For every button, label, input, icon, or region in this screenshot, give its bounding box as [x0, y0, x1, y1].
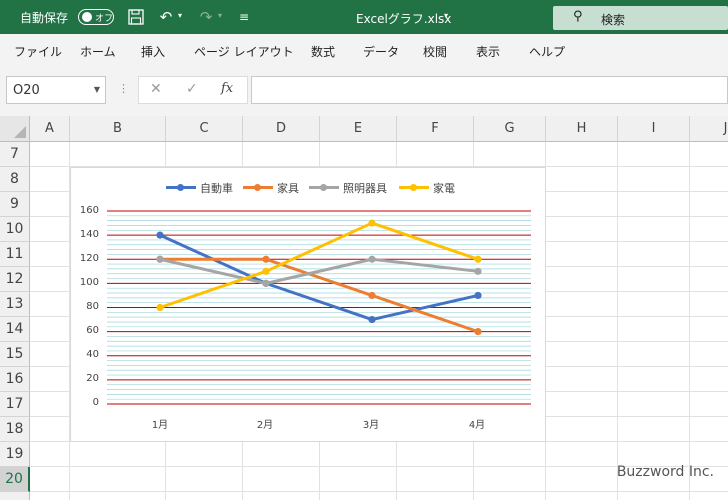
file-name[interactable]: Excelグラフ.xlsx: [356, 10, 451, 27]
excel-window: 自動保存 オフ ↶ ▾ ↷ ▾ ≡ Excelグラフ.xlsx ▾ ⚲ 検索 フ…: [0, 0, 728, 500]
name-box-value: O20: [13, 83, 40, 98]
row-header-12[interactable]: 12: [0, 267, 30, 292]
toggle-state: オフ: [95, 14, 114, 24]
ribbon-tabs: ファイル ホーム 挿入 ページ レイアウト 数式 データ 校閲 表示 ヘルプ: [0, 34, 728, 66]
row-header-21[interactable]: [0, 492, 30, 500]
toggle-knob: [82, 12, 92, 22]
customize-toolbar-icon[interactable]: ≡: [234, 7, 254, 27]
more-options-icon[interactable]: ⋮: [118, 82, 129, 95]
row-header-19[interactable]: 19: [0, 442, 30, 467]
column-header-h[interactable]: H: [546, 116, 618, 142]
search-box[interactable]: ⚲ 検索: [553, 6, 728, 30]
cancel-icon[interactable]: ✕: [150, 81, 162, 97]
search-label: 検索: [601, 13, 626, 27]
row-header-20[interactable]: 20: [0, 467, 30, 492]
data-point-0-0: [156, 231, 164, 239]
row-header-16[interactable]: 16: [0, 367, 30, 392]
tab-file[interactable]: ファイル: [14, 43, 62, 60]
redo-dropdown-icon[interactable]: ▾: [218, 11, 222, 20]
data-point-2-2: [368, 255, 376, 263]
data-point-2-3: [474, 267, 482, 275]
data-point-1-3: [474, 328, 482, 336]
row-header-7[interactable]: 7: [0, 142, 30, 167]
tab-formulas[interactable]: 数式: [311, 43, 335, 60]
select-all-button[interactable]: [0, 116, 30, 142]
tab-home[interactable]: ホーム: [80, 43, 116, 60]
data-point-3-1: [262, 267, 270, 275]
column-header-g[interactable]: G: [474, 116, 546, 142]
data-point-3-0: [156, 303, 164, 312]
formula-buttons: ✕ ✓ fx: [138, 76, 248, 104]
tab-review[interactable]: 校閲: [423, 43, 447, 60]
formula-bar: O20 ▼ ⋮ ✕ ✓ fx: [0, 66, 728, 116]
row-header-18[interactable]: 18: [0, 417, 30, 442]
tab-help[interactable]: ヘルプ: [529, 43, 565, 60]
undo-icon[interactable]: ↶: [156, 7, 176, 27]
data-point-0-2: [368, 315, 376, 324]
filename-dropdown-icon[interactable]: ▾: [444, 11, 448, 20]
insert-function-icon[interactable]: fx: [221, 81, 233, 96]
tab-insert[interactable]: 挿入: [141, 43, 165, 60]
autosave-label: 自動保存: [20, 11, 69, 25]
row-header-9[interactable]: 9: [0, 192, 30, 217]
undo-dropdown-icon[interactable]: ▾: [178, 11, 182, 20]
row-header-15[interactable]: 15: [0, 342, 30, 367]
gridline: [617, 142, 618, 500]
title-bar: 自動保存 オフ ↶ ▾ ↷ ▾ ≡ Excelグラフ.xlsx ▾ ⚲ 検索: [0, 0, 728, 34]
enter-icon[interactable]: ✓: [186, 81, 198, 97]
data-point-2-0: [156, 255, 164, 263]
watermark: Buzzword Inc.: [616, 464, 714, 480]
column-header-j[interactable]: J: [690, 116, 728, 142]
column-header-f[interactable]: F: [397, 116, 474, 142]
column-header-i[interactable]: I: [618, 116, 690, 142]
column-header-a[interactable]: A: [30, 116, 70, 142]
row-header-10[interactable]: 10: [0, 217, 30, 242]
data-point-3-3: [474, 255, 482, 263]
series-line-2: [159, 257, 479, 285]
autosave-toggle[interactable]: オフ: [78, 9, 114, 25]
search-icon: ⚲: [573, 9, 583, 24]
row-header-17[interactable]: 17: [0, 392, 30, 417]
tab-view[interactable]: 表示: [476, 43, 500, 60]
formula-input[interactable]: [251, 76, 728, 104]
row-header-13[interactable]: 13: [0, 292, 30, 317]
data-point-1-2: [368, 291, 376, 300]
tab-data[interactable]: データ: [363, 43, 399, 60]
gridline: [689, 142, 690, 500]
redo-icon[interactable]: ↷: [196, 7, 216, 27]
select-all-icon: [14, 126, 26, 138]
data-point-3-2: [368, 219, 376, 227]
name-box[interactable]: O20 ▼: [6, 76, 106, 104]
column-header-c[interactable]: C: [166, 116, 243, 142]
data-point-1-1: [262, 255, 270, 263]
plot-area: [107, 210, 531, 405]
row-header-8[interactable]: 8: [0, 167, 30, 192]
row-header-14[interactable]: 14: [0, 317, 30, 342]
column-header-e[interactable]: E: [320, 116, 397, 142]
tab-page-layout[interactable]: ページ レイアウト: [194, 43, 294, 60]
data-point-0-3: [474, 291, 482, 300]
column-header-d[interactable]: D: [243, 116, 320, 142]
line-chart[interactable]: 自動車 家具 照明器具 家電 160 140 120 100 80 60 40 …: [70, 167, 546, 442]
chevron-down-icon[interactable]: ▼: [94, 85, 100, 94]
gridline: [30, 491, 728, 492]
column-header-b[interactable]: B: [70, 116, 166, 142]
row-header-11[interactable]: 11: [0, 242, 30, 267]
save-icon[interactable]: [126, 7, 146, 27]
data-point-2-1: [262, 279, 270, 287]
